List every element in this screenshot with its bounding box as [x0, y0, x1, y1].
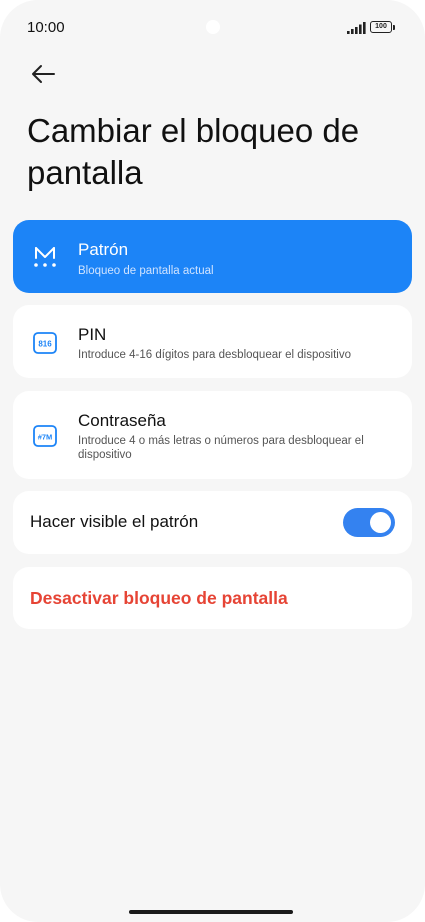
- option-pattern[interactable]: Patrón Bloqueo de pantalla actual: [13, 220, 412, 293]
- option-pin[interactable]: 816 PIN Introduce 4-16 dígitos para desb…: [13, 305, 412, 378]
- pin-icon: 816: [33, 332, 57, 354]
- option-subtitle: Bloqueo de pantalla actual: [78, 265, 214, 277]
- option-title: Patrón: [78, 240, 129, 259]
- visible-pattern-row[interactable]: Hacer visible el patrón: [13, 491, 412, 554]
- back-button[interactable]: [24, 56, 62, 92]
- toggle-knob: [370, 512, 391, 533]
- signal-icon: [347, 22, 366, 34]
- arrow-left-icon: [32, 65, 55, 83]
- camera-cutout: [206, 20, 220, 34]
- pin-icon-text: 816: [38, 340, 52, 349]
- visible-pattern-toggle[interactable]: [343, 508, 395, 537]
- home-indicator[interactable]: [129, 910, 293, 914]
- status-time: 10:00: [27, 19, 65, 36]
- password-icon: #7M: [33, 425, 57, 447]
- battery-icon: 100: [370, 21, 395, 35]
- battery-tip: [393, 24, 395, 30]
- page-title: Cambiar el bloqueo de pantalla: [27, 112, 360, 191]
- status-bar: 10:00 100: [0, 0, 425, 56]
- pattern-icon: [34, 247, 56, 267]
- phone-screen: 10:00 100 Cambiar el bloqueo de pantalla: [0, 0, 425, 922]
- option-title: Contraseña: [78, 411, 166, 430]
- disable-lock-label: Desactivar bloqueo de pantalla: [30, 588, 288, 608]
- option-subtitle: Introduce 4 o más letras o números para …: [78, 435, 364, 461]
- disable-lock-button[interactable]: Desactivar bloqueo de pantalla: [13, 567, 412, 629]
- battery-level: 100: [370, 21, 392, 33]
- visible-pattern-label: Hacer visible el patrón: [30, 512, 199, 531]
- option-title: PIN: [78, 325, 107, 344]
- option-subtitle: Introduce 4-16 dígitos para desbloquear …: [78, 349, 351, 361]
- password-icon-text: #7M: [38, 433, 53, 442]
- option-password[interactable]: #7M Contraseña Introduce 4 o más letras …: [13, 391, 412, 479]
